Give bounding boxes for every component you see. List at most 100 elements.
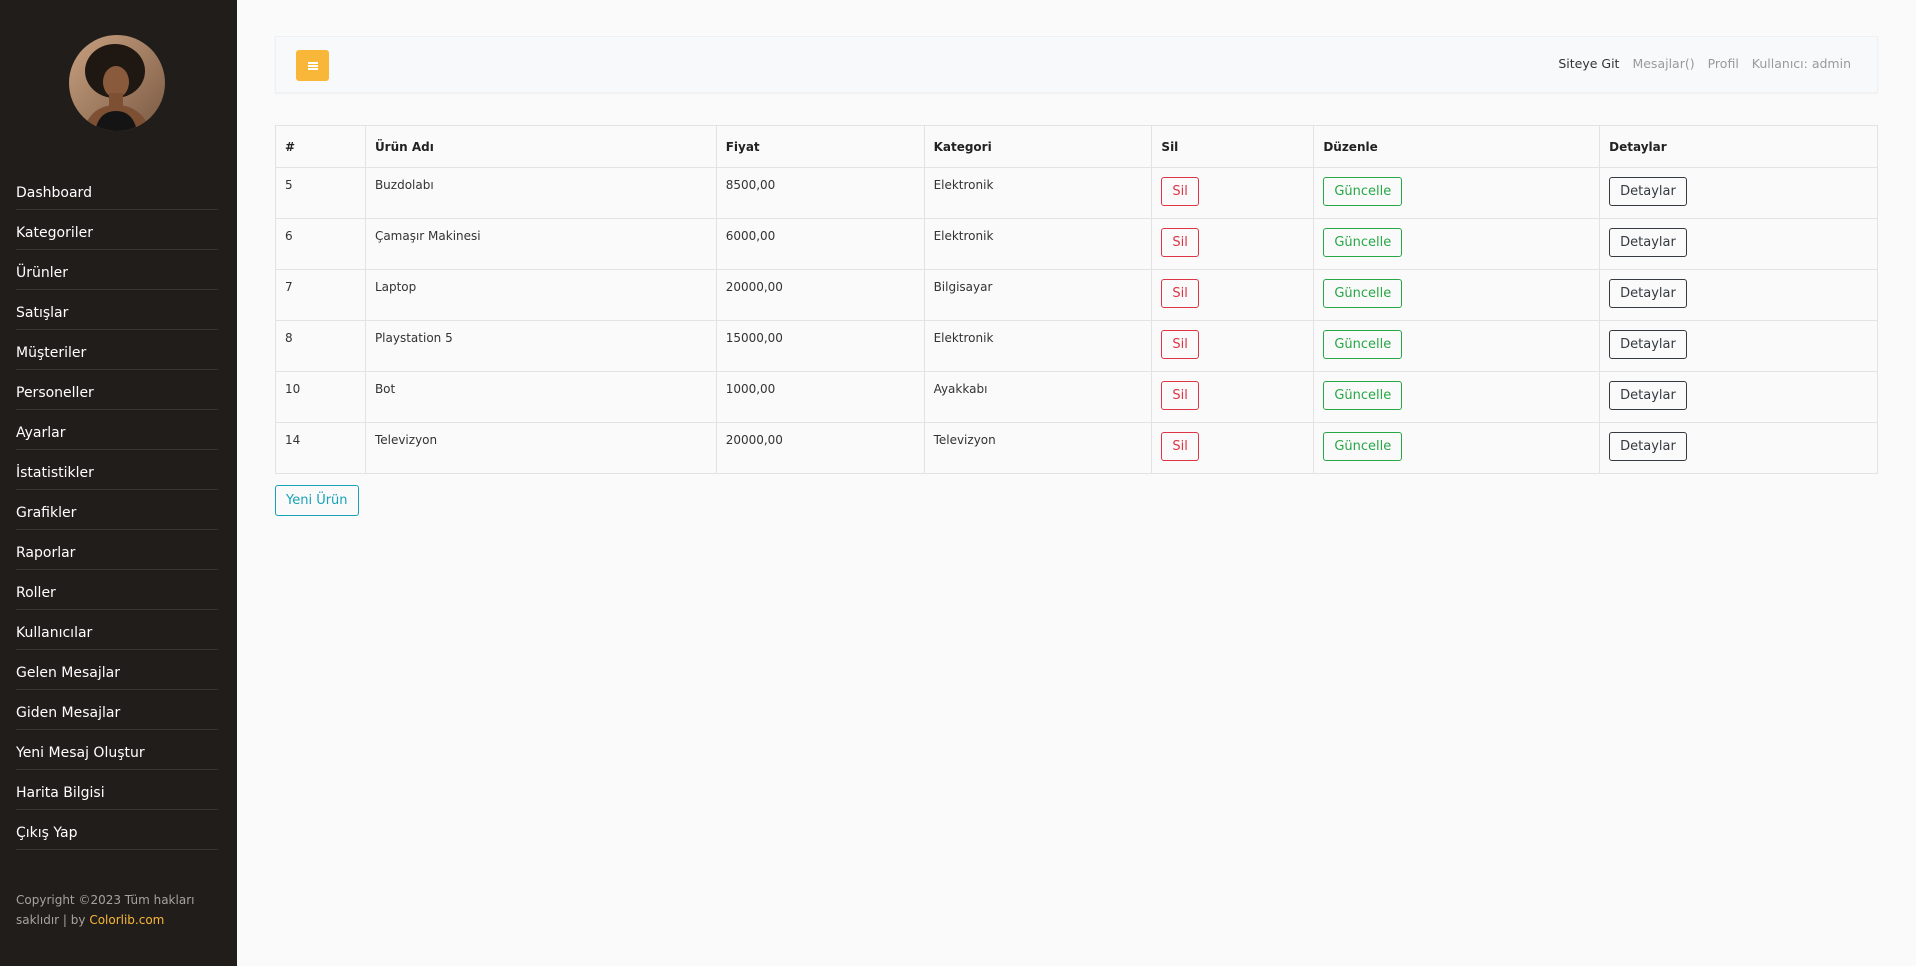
sidebar-item-label[interactable]: Ayarlar — [16, 425, 65, 441]
header-price: Fiyat — [715, 125, 925, 168]
delete-button[interactable]: Sil — [1161, 432, 1199, 461]
user-link[interactable]: Kullanıcı: admin — [1752, 56, 1851, 71]
delete-button[interactable]: Sil — [1161, 228, 1199, 257]
cell-category: Televizyon — [923, 422, 1153, 474]
sidebar-item-label[interactable]: Roller — [16, 585, 56, 601]
sidebar-item-satislar[interactable]: Satışlar — [16, 290, 218, 330]
sidebar-item-yeni-mesaj[interactable]: Yeni Mesaj Oluştur — [16, 730, 218, 770]
cell-price: 6000,00 — [715, 218, 925, 270]
cell-delete: Sil — [1151, 167, 1315, 219]
sidebar-item-istatistikler[interactable]: İstatistikler — [16, 450, 218, 490]
details-button[interactable]: Detaylar — [1609, 381, 1687, 410]
table-row: 5 Buzdolabı 8500,00 Elektronik Sil Günce… — [275, 167, 1878, 219]
sidebar-item-grafikler[interactable]: Grafikler — [16, 490, 218, 530]
top-nav-links: Siteye Git Mesajlar() Profil Kullanıcı: … — [1558, 56, 1851, 71]
colorlib-link[interactable]: Colorlib.com — [89, 913, 164, 927]
details-button[interactable]: Detaylar — [1609, 228, 1687, 257]
sidebar-item-musteriler[interactable]: Müşteriler — [16, 330, 218, 370]
cell-edit: Güncelle — [1313, 422, 1601, 474]
sidebar-item-label[interactable]: İstatistikler — [16, 465, 94, 481]
details-button[interactable]: Detaylar — [1609, 432, 1687, 461]
sidebar-toggle-button[interactable] — [296, 50, 329, 81]
sidebar-item-label[interactable]: Grafikler — [16, 505, 76, 521]
cell-id: 8 — [275, 320, 366, 372]
sidebar-item-label[interactable]: Yeni Mesaj Oluştur — [16, 745, 145, 761]
cell-details: Detaylar — [1599, 167, 1878, 219]
cell-name: Buzdolabı — [364, 167, 717, 219]
cell-delete: Sil — [1151, 269, 1315, 321]
sidebar-item-raporlar[interactable]: Raporlar — [16, 530, 218, 570]
sidebar-item-ayarlar[interactable]: Ayarlar — [16, 410, 218, 450]
header-edit: Düzenle — [1313, 125, 1601, 168]
delete-button[interactable]: Sil — [1161, 330, 1199, 359]
table-row: 6 Çamaşır Makinesi 6000,00 Elektronik Si… — [275, 218, 1878, 270]
update-button[interactable]: Güncelle — [1323, 177, 1403, 206]
sidebar-item-label[interactable]: Ürünler — [16, 265, 68, 281]
sidebar-item-label[interactable]: Kullanıcılar — [16, 625, 92, 641]
sidebar-item-harita-bilgisi[interactable]: Harita Bilgisi — [16, 770, 218, 810]
cell-category: Elektronik — [923, 167, 1153, 219]
update-button[interactable]: Güncelle — [1323, 279, 1403, 308]
update-button[interactable]: Güncelle — [1323, 330, 1403, 359]
sidebar-item-label[interactable]: Çıkış Yap — [16, 825, 78, 841]
sidebar-item-label[interactable]: Satışlar — [16, 305, 68, 321]
sidebar-item-label[interactable]: Kategoriler — [16, 225, 93, 241]
sidebar-item-label[interactable]: Raporlar — [16, 545, 75, 561]
cell-details: Detaylar — [1599, 371, 1878, 423]
sidebar-nav: Dashboard Kategoriler Ürünler Satışlar M… — [16, 170, 218, 850]
cell-name: Bot — [364, 371, 717, 423]
sidebar-item-gelen-mesajlar[interactable]: Gelen Mesajlar — [16, 650, 218, 690]
new-product-button[interactable]: Yeni Ürün — [275, 485, 359, 516]
sidebar-item-label[interactable]: Müşteriler — [16, 345, 86, 361]
cell-price: 1000,00 — [715, 371, 925, 423]
sidebar-item-personeller[interactable]: Personeller — [16, 370, 218, 410]
header-details: Detaylar — [1599, 125, 1878, 168]
cell-price: 20000,00 — [715, 269, 925, 321]
sidebar-item-urunler[interactable]: Ürünler — [16, 250, 218, 290]
update-button[interactable]: Güncelle — [1323, 432, 1403, 461]
table-row: 8 Playstation 5 15000,00 Elektronik Sil … — [275, 320, 1878, 372]
sidebar-item-cikis-yap[interactable]: Çıkış Yap — [16, 810, 218, 850]
messages-link[interactable]: Mesajlar() — [1632, 56, 1694, 71]
update-button[interactable]: Güncelle — [1323, 381, 1403, 410]
cell-delete: Sil — [1151, 320, 1315, 372]
sidebar-item-giden-mesajlar[interactable]: Giden Mesajlar — [16, 690, 218, 730]
cell-edit: Güncelle — [1313, 320, 1601, 372]
sidebar-item-label[interactable]: Personeller — [16, 385, 94, 401]
sidebar-item-roller[interactable]: Roller — [16, 570, 218, 610]
table-row: 7 Laptop 20000,00 Bilgisayar Sil Güncell… — [275, 269, 1878, 321]
sidebar-item-kullanicilar[interactable]: Kullanıcılar — [16, 610, 218, 650]
cell-details: Detaylar — [1599, 269, 1878, 321]
sidebar-item-kategoriler[interactable]: Kategoriler — [16, 210, 218, 250]
details-button[interactable]: Detaylar — [1609, 177, 1687, 206]
cell-edit: Güncelle — [1313, 167, 1601, 219]
cell-category: Elektronik — [923, 320, 1153, 372]
cell-edit: Güncelle — [1313, 269, 1601, 321]
update-button[interactable]: Güncelle — [1323, 228, 1403, 257]
sidebar-item-label[interactable]: Giden Mesajlar — [16, 705, 120, 721]
sidebar-item-label[interactable]: Gelen Mesajlar — [16, 665, 120, 681]
table-row: 14 Televizyon 20000,00 Televizyon Sil Gü… — [275, 422, 1878, 474]
delete-button[interactable]: Sil — [1161, 177, 1199, 206]
cell-id: 6 — [275, 218, 366, 270]
delete-button[interactable]: Sil — [1161, 279, 1199, 308]
details-button[interactable]: Detaylar — [1609, 330, 1687, 359]
cell-price: 8500,00 — [715, 167, 925, 219]
cell-name: Çamaşır Makinesi — [364, 218, 717, 270]
details-button[interactable]: Detaylar — [1609, 279, 1687, 308]
cell-name: Playstation 5 — [364, 320, 717, 372]
sidebar-item-dashboard[interactable]: Dashboard — [16, 170, 218, 210]
cell-name: Televizyon — [364, 422, 717, 474]
sidebar-item-label[interactable]: Harita Bilgisi — [16, 785, 105, 801]
cell-delete: Sil — [1151, 371, 1315, 423]
cell-edit: Güncelle — [1313, 371, 1601, 423]
avatar[interactable] — [69, 35, 165, 131]
header-delete: Sil — [1151, 125, 1315, 168]
sidebar-item-label[interactable]: Dashboard — [16, 185, 92, 201]
site-link[interactable]: Siteye Git — [1558, 56, 1619, 71]
cell-details: Detaylar — [1599, 218, 1878, 270]
cell-category: Elektronik — [923, 218, 1153, 270]
profile-link[interactable]: Profil — [1708, 56, 1739, 71]
delete-button[interactable]: Sil — [1161, 381, 1199, 410]
cell-id: 14 — [275, 422, 366, 474]
